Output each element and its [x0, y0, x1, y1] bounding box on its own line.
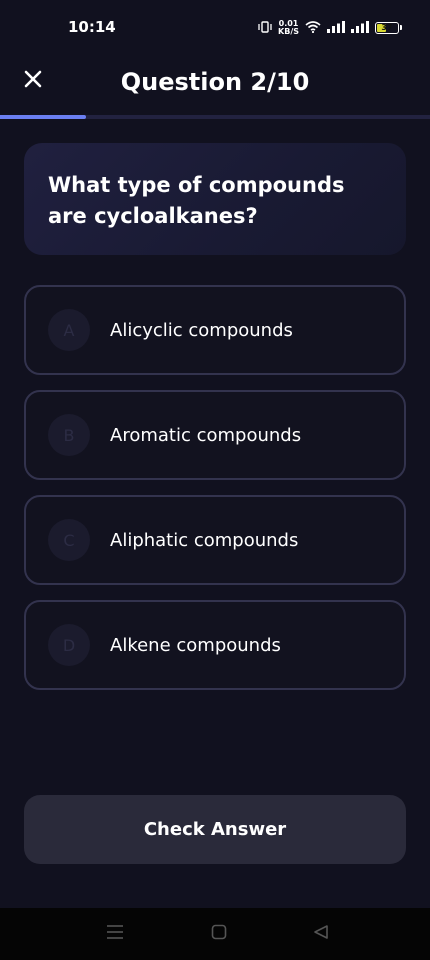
status-time: 10:14 [68, 18, 116, 36]
menu-icon [106, 924, 124, 944]
option-label: Alkene compounds [110, 634, 281, 656]
option-label: Aromatic compounds [110, 424, 302, 446]
battery-tip [400, 25, 402, 30]
nav-menu-button[interactable] [103, 922, 127, 946]
signal-icon [327, 18, 345, 37]
nav-back-button[interactable] [309, 922, 333, 946]
question-text: What type of compounds are cycloalkanes? [48, 173, 345, 228]
battery-level: 37 [381, 23, 393, 32]
option-c[interactable]: C Aliphatic compounds [24, 495, 406, 585]
battery-icon: 37 [375, 21, 402, 34]
option-letter: A [48, 309, 90, 351]
option-letter: D [48, 624, 90, 666]
home-icon [211, 924, 227, 944]
question-card: What type of compounds are cycloalkanes? [24, 143, 406, 255]
option-letter: B [48, 414, 90, 456]
check-answer-button[interactable]: Check Answer [24, 795, 406, 864]
net-speed-unit: KB/S [278, 26, 299, 36]
page-title: Question 2/10 [120, 68, 310, 96]
signal-icon [351, 18, 369, 37]
progress-bar [0, 115, 430, 119]
option-letter: C [48, 519, 90, 561]
option-label: Alicyclic compounds [110, 319, 293, 341]
vibrate-icon [258, 18, 272, 37]
header: Question 2/10 [0, 56, 430, 112]
nav-home-button[interactable] [207, 922, 231, 946]
back-icon [313, 924, 329, 944]
wifi-icon [305, 18, 321, 37]
option-b[interactable]: B Aromatic compounds [24, 390, 406, 480]
progress-fill [0, 115, 86, 119]
status-icons: 0.01 KB/S 37 [258, 18, 402, 37]
battery-body: 37 [375, 21, 399, 34]
system-nav-bar [0, 908, 430, 960]
net-speed: 0.01 KB/S [278, 19, 299, 36]
option-a[interactable]: A Alicyclic compounds [24, 285, 406, 375]
option-d[interactable]: D Alkene compounds [24, 600, 406, 690]
option-label: Aliphatic compounds [110, 529, 299, 551]
status-bar: 10:14 0.01 KB/S 37 [0, 0, 430, 56]
